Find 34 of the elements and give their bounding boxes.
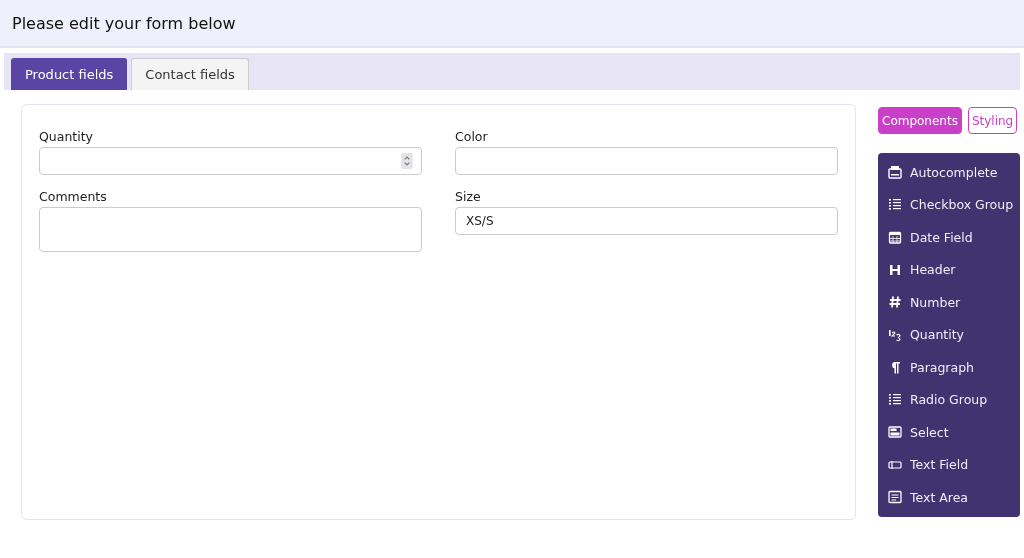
field-label: Color <box>455 129 489 144</box>
text-area-icon <box>888 490 902 505</box>
page-title: Please edit your form below <box>12 13 236 33</box>
component-item[interactable]: Autocomplete <box>878 156 1020 189</box>
select-icon <box>888 425 902 440</box>
panel-tab[interactable]: Styling <box>967 107 1018 134</box>
component-item[interactable]: Checkbox Group <box>878 188 1020 221</box>
hash-icon <box>888 295 902 310</box>
field-label: Quantity <box>39 129 95 144</box>
field-label: Size <box>455 189 482 204</box>
field-label: Comments <box>39 189 108 204</box>
component-item[interactable]: Paragraph <box>878 351 1020 384</box>
component-item[interactable]: Header <box>878 253 1020 286</box>
list-icon <box>888 197 902 212</box>
numbers-icon <box>888 327 902 342</box>
component-item[interactable]: Number <box>878 286 1020 319</box>
form-icon <box>888 165 902 180</box>
component-item[interactable]: Text Area <box>878 481 1020 514</box>
calendar-icon <box>888 230 902 245</box>
header-icon <box>888 262 902 277</box>
panel-tab[interactable]: Components <box>878 107 962 134</box>
component-item[interactable]: Select <box>878 416 1020 449</box>
number-field[interactable] <box>39 147 422 175</box>
spinner-icon[interactable] <box>401 153 413 169</box>
input-field[interactable] <box>455 147 838 175</box>
component-item[interactable]: Radio Group <box>878 383 1020 416</box>
tab[interactable]: Product fields <box>11 58 128 90</box>
list-icon <box>888 392 902 407</box>
component-item[interactable]: Quantity <box>878 318 1020 351</box>
input-field[interactable]: XS/S <box>455 207 838 235</box>
text-area[interactable] <box>39 207 422 252</box>
component-item[interactable]: Text Field <box>878 448 1020 481</box>
component-item[interactable]: Date Field <box>878 221 1020 254</box>
tab[interactable]: Contact fields <box>131 58 249 90</box>
